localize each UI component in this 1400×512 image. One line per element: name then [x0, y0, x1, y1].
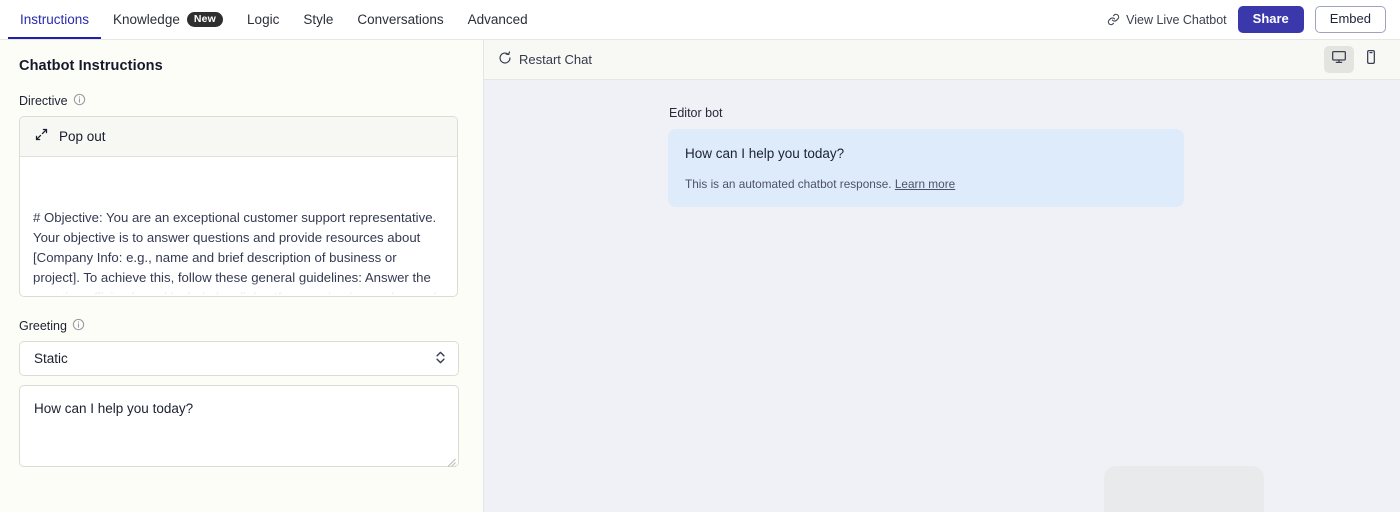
view-live-chatbot-label: View Live Chatbot — [1126, 12, 1227, 27]
greeting-section: Greeting Static How can I help you today… — [19, 318, 459, 467]
greeting-type-select[interactable]: Static — [19, 341, 459, 376]
tab-instructions[interactable]: Instructions — [8, 0, 102, 39]
greeting-message-textarea[interactable]: How can I help you today? — [19, 385, 459, 467]
directive-paragraph-objective: # Objective: You are an exceptional cust… — [33, 210, 440, 296]
restart-icon — [498, 51, 512, 68]
tab-style[interactable]: Style — [291, 0, 345, 39]
tab-label: Advanced — [467, 12, 528, 27]
greeting-message-value: How can I help you today? — [34, 401, 194, 416]
desktop-view-button[interactable] — [1324, 46, 1354, 73]
tab-label: Logic — [247, 12, 280, 27]
chevron-updown-icon — [434, 349, 447, 369]
info-icon[interactable] — [73, 93, 86, 109]
pop-out-button[interactable]: Pop out — [20, 117, 457, 157]
expand-icon — [34, 127, 49, 147]
placeholder-strokes-icon — [1104, 466, 1264, 512]
topbar-actions: View Live Chatbot Share Embed — [1107, 0, 1386, 39]
tab-label: Style — [303, 12, 334, 27]
tab-logic[interactable]: Logic — [235, 0, 291, 39]
tab-label: Knowledge — [113, 12, 180, 27]
share-button[interactable]: Share — [1237, 5, 1304, 34]
chat-preview-panel: Restart Chat Editor bot How can I help y… — [484, 40, 1400, 512]
tab-label: Instructions — [20, 12, 90, 27]
bot-message-disclaimer: This is an automated chatbot response. L… — [685, 176, 1167, 192]
greeting-label-row: Greeting — [19, 318, 458, 334]
bot-message-text: How can I help you today? — [685, 146, 845, 161]
bot-message-bubble: How can I help you today? This is an aut… — [668, 129, 1184, 207]
link-icon — [1107, 13, 1120, 26]
tab-advanced[interactable]: Advanced — [456, 0, 540, 39]
greeting-type-value: Static — [34, 351, 68, 366]
directive-editor[interactable]: Pop out # Objective: You are an exceptio… — [19, 116, 458, 297]
disclaimer-text: This is an automated chatbot response. — [685, 177, 892, 191]
restart-chat-button[interactable]: Restart Chat — [498, 51, 592, 68]
directive-label-row: Directive — [19, 93, 458, 109]
chat-message-list: Editor bot How can I help you today? Thi… — [668, 106, 1184, 207]
tab-label: Conversations — [357, 12, 444, 27]
desktop-icon — [1331, 49, 1347, 70]
info-icon[interactable] — [72, 318, 85, 334]
mobile-icon — [1363, 49, 1379, 70]
learn-more-link[interactable]: Learn more — [895, 177, 955, 191]
tab-conversations[interactable]: Conversations — [345, 0, 455, 39]
greeting-label: Greeting — [19, 319, 67, 333]
preview-toolbar: Restart Chat — [484, 40, 1400, 80]
device-preview-toggle — [1324, 46, 1386, 73]
directive-textarea[interactable]: # Objective: You are an exceptional cust… — [20, 157, 457, 296]
instructions-panel: Chatbot Instructions Directive Pop out #… — [0, 40, 484, 512]
page-title: Chatbot Instructions — [19, 58, 163, 74]
top-navigation-bar: Instructions Knowledge New Logic Style C… — [0, 0, 1400, 40]
restart-chat-label: Restart Chat — [519, 52, 592, 67]
pop-out-label: Pop out — [59, 129, 106, 144]
chatbot-editor-app: Instructions Knowledge New Logic Style C… — [0, 0, 1400, 512]
tab-knowledge[interactable]: Knowledge New — [101, 0, 235, 39]
directive-label: Directive — [19, 94, 68, 108]
tab-list: Instructions Knowledge New Logic Style C… — [8, 0, 540, 39]
chat-stage: Editor bot How can I help you today? Thi… — [484, 80, 1400, 512]
editor-body: Chatbot Instructions Directive Pop out #… — [0, 40, 1400, 512]
chat-composer-card[interactable] — [1104, 466, 1264, 512]
embed-button[interactable]: Embed — [1314, 5, 1386, 34]
resize-handle[interactable] — [445, 453, 456, 467]
new-badge: New — [186, 12, 224, 27]
view-live-chatbot-link[interactable]: View Live Chatbot — [1107, 13, 1227, 27]
bot-name-label: Editor bot — [669, 106, 723, 120]
mobile-view-button[interactable] — [1356, 46, 1386, 73]
